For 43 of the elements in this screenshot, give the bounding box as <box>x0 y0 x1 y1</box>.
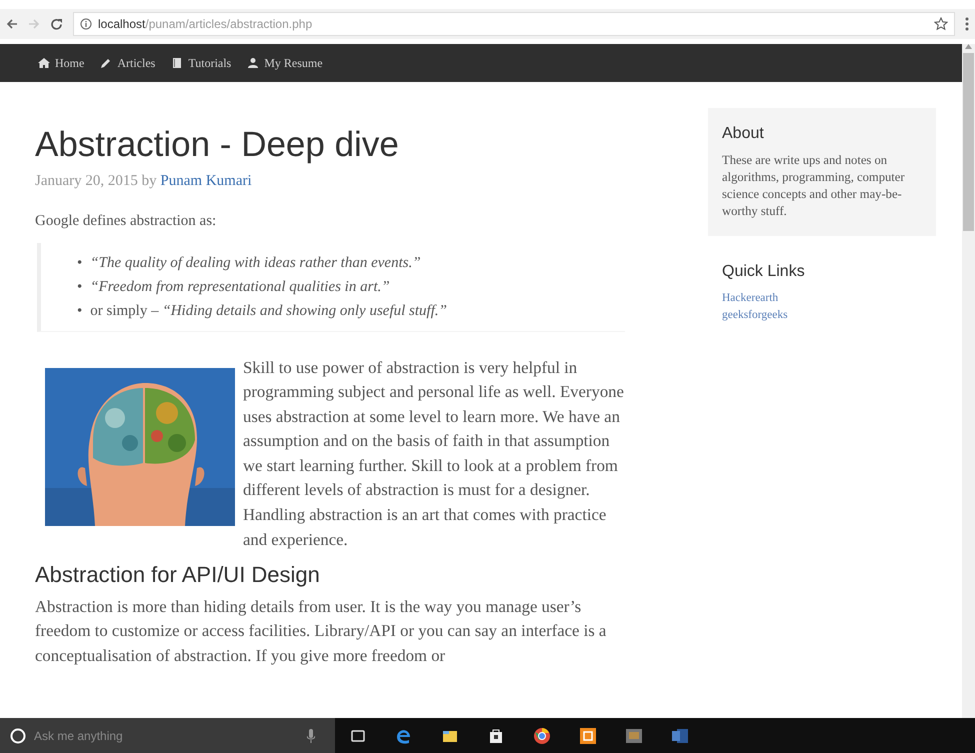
search-bar[interactable]: Ask me anything <box>0 718 335 753</box>
panel-title: About <box>722 124 765 144</box>
bullet-marker: • <box>77 254 82 272</box>
post-meta: January 20, 2015 by Punam Kumari <box>35 172 253 191</box>
nav-link[interactable]: Home <box>38 54 84 72</box>
window-app-icon[interactable] <box>625 726 643 744</box>
search-icon <box>10 728 26 744</box>
article-paragraph: Abstraction is more than hiding details from user. It is the way you manage user’s freedom to customize or access facilities. Library/API or you can say an interface is a conceptualisation of abstraction. If you give more freedom or <box>35 596 608 667</box>
back-icon[interactable] <box>6 18 18 30</box>
home-icon <box>38 57 50 69</box>
person-icon <box>247 57 260 69</box>
search-field[interactable]: Ask me anything <box>32 726 232 746</box>
square-app-icon[interactable] <box>579 726 597 744</box>
scroll-thumb[interactable] <box>963 53 974 231</box>
pencil-icon <box>100 57 112 69</box>
quote-text: or simply – “Hiding details and showing only useful stuff.” <box>90 302 447 320</box>
star-icon[interactable] <box>934 17 948 31</box>
round-app-icon[interactable] <box>533 726 551 744</box>
quick-link[interactable]: geeksforgeeks <box>722 307 922 324</box>
nav-link[interactable]: Tutorials <box>171 54 232 72</box>
nav-link[interactable]: Articles <box>100 54 156 72</box>
shopping-bag-icon[interactable] <box>487 726 505 744</box>
nav-link[interactable]: My Resume <box>247 54 323 72</box>
microphone-icon <box>307 728 315 742</box>
book-icon <box>171 57 184 69</box>
bullet-marker: • <box>77 278 82 296</box>
quote-text: “The quality of dealing with ideas rather than events.” <box>90 254 421 272</box>
article-title: Abstraction - Deep dive <box>35 124 400 166</box>
section-heading: Abstraction for API/UI Design <box>35 562 321 589</box>
section-title: Quick Links <box>722 262 806 282</box>
about-text: These are write ups and notes on algorithms, programming, computer science concepts and other may-be-worthy stuff. <box>722 152 906 220</box>
menu-icon[interactable] <box>965 17 969 31</box>
article-paragraph: Skill to use power of abstraction is very helpful in programming subject and personal life as well. Everyone uses abstraction at some level to learn more. We have an assumption and on the basis of faith in that assumption we start learning further. Skill to look at a problem from different levels of abstraction is must for a designer. Handling abstraction is an art that comes with practice and experience. <box>243 358 624 549</box>
address-bar[interactable]: localhost/punam/articles/abstraction.php <box>73 12 955 36</box>
document-app-icon[interactable] <box>671 726 689 744</box>
reload-icon[interactable] <box>50 18 63 30</box>
quick-link[interactable]: Hackerearth <box>722 290 922 307</box>
author-link[interactable]: Punam Kumari <box>160 173 252 189</box>
scrollbar[interactable] <box>962 44 975 718</box>
intro-text: Google defines abstraction as: <box>35 212 218 230</box>
quote-text: “Freedom from representational qualities in art.” <box>90 278 390 296</box>
info-icon <box>80 18 92 30</box>
bullet-marker: • <box>77 302 82 320</box>
